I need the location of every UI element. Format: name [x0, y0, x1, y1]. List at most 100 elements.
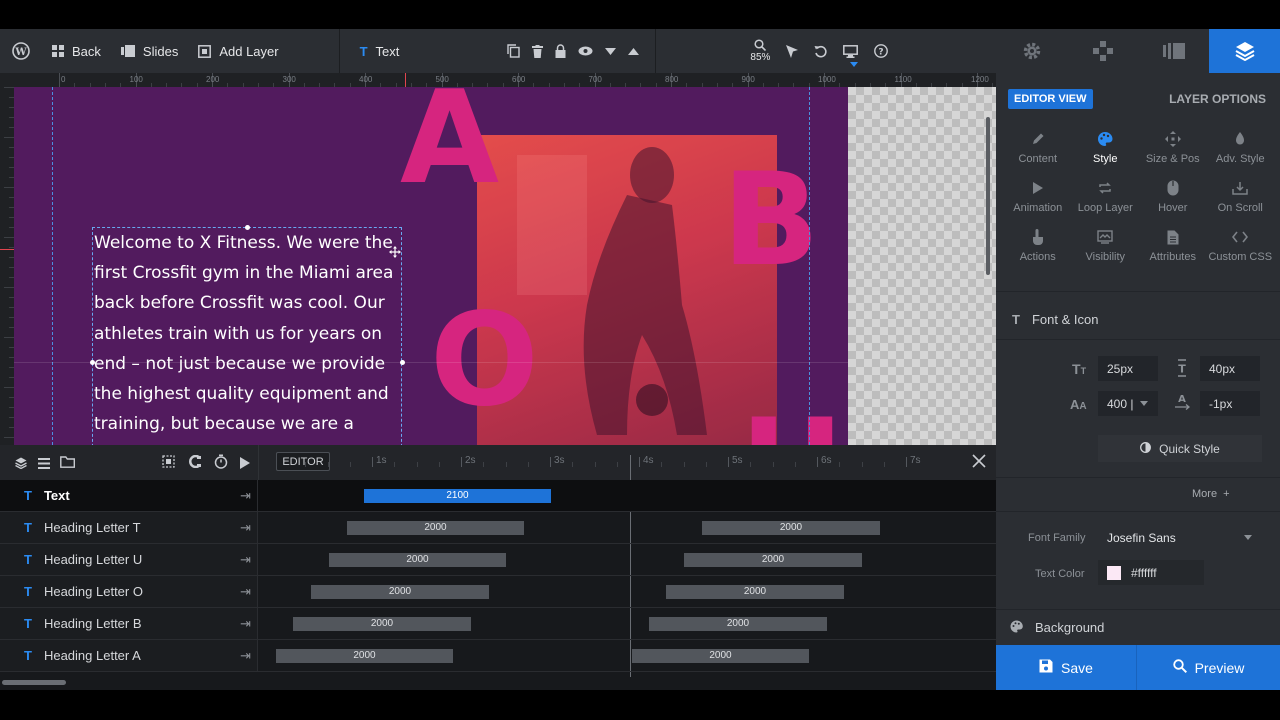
- timeline-row[interactable]: T Text ⇥ 2100: [0, 480, 996, 512]
- option-style[interactable]: Style: [1072, 131, 1140, 168]
- animation-bar[interactable]: 2000: [632, 649, 809, 663]
- preview-button[interactable]: Preview: [1137, 645, 1280, 690]
- timeline-row-label[interactable]: T Heading Letter T ⇥: [0, 512, 258, 543]
- editor-view-badge[interactable]: EDITOR VIEW: [1008, 89, 1093, 109]
- folder-icon[interactable]: [60, 455, 75, 473]
- section-divider: [996, 477, 1280, 478]
- option-actions[interactable]: Actions: [1004, 229, 1072, 266]
- magnet-icon[interactable]: [188, 454, 202, 473]
- animation-bar[interactable]: 2000: [347, 521, 524, 535]
- slide-preview[interactable]: A B O U Welcome to X Fitness. We were th…: [14, 87, 848, 445]
- font-weight-select[interactable]: 400 |: [1098, 391, 1158, 416]
- quick-style-button[interactable]: Quick Style: [1098, 435, 1262, 462]
- tab-layer-settings[interactable]: [1209, 29, 1280, 73]
- heading-letter-o[interactable]: O: [430, 297, 539, 425]
- help-button[interactable]: ?: [866, 29, 896, 73]
- resize-handle-left[interactable]: [90, 360, 95, 365]
- option-content[interactable]: Content: [1004, 131, 1072, 168]
- heading-letter-u[interactable]: U: [740, 403, 844, 446]
- editor-canvas[interactable]: A B O U Welcome to X Fitness. We were th…: [14, 87, 996, 445]
- tab-navigation[interactable]: [1067, 29, 1138, 73]
- animation-bar[interactable]: 2000: [311, 585, 489, 599]
- timer-icon[interactable]: [214, 454, 228, 474]
- option-size-pos[interactable]: Size & Pos: [1139, 131, 1207, 168]
- wordpress-logo-button[interactable]: W: [0, 29, 42, 73]
- heading-letter-b[interactable]: B: [722, 157, 820, 285]
- back-button[interactable]: Back: [42, 29, 111, 73]
- resize-handle-right[interactable]: [400, 360, 405, 365]
- animation-bar[interactable]: 2000: [649, 617, 827, 631]
- option-loop-layer[interactable]: Loop Layer: [1072, 180, 1140, 217]
- animation-bar[interactable]: 2000: [702, 521, 880, 535]
- delete-layer-button[interactable]: [526, 29, 549, 73]
- layer-end-icon[interactable]: ⇥: [240, 552, 251, 568]
- font-icon-section-header[interactable]: T Font & Icon: [996, 303, 1280, 335]
- timeline-row[interactable]: T Heading Letter B ⇥ 2000 2000: [0, 608, 996, 640]
- layers-toggle-icon[interactable]: [15, 456, 27, 474]
- tab-slide-settings[interactable]: [1138, 29, 1209, 73]
- animation-bar[interactable]: 2000: [329, 553, 506, 567]
- animation-bar[interactable]: 2000: [276, 649, 453, 663]
- option-on-scroll[interactable]: On Scroll: [1207, 180, 1275, 217]
- more-options-button[interactable]: More +: [1192, 488, 1230, 500]
- tab-slider-settings[interactable]: [996, 29, 1067, 73]
- list-view-icon[interactable]: [38, 456, 50, 474]
- zoom-control[interactable]: 85%: [742, 29, 778, 73]
- lock-layer-button[interactable]: [549, 29, 572, 73]
- animation-bar[interactable]: 2000: [293, 617, 471, 631]
- timeline-tick: [728, 457, 729, 467]
- timeline-row-label[interactable]: T Text ⇥: [0, 480, 258, 511]
- layer-end-icon[interactable]: ⇥: [240, 520, 251, 536]
- toggle-visibility-button[interactable]: [572, 29, 599, 73]
- timeline-row-label[interactable]: T Heading Letter U ⇥: [0, 544, 258, 575]
- editor-mode-label[interactable]: EDITOR: [276, 452, 330, 471]
- select-tool-button[interactable]: [778, 29, 806, 73]
- timeline-row[interactable]: T Heading Letter A ⇥ 2000 2000: [0, 640, 996, 672]
- text-color-picker[interactable]: #ffffff: [1098, 560, 1204, 585]
- timeline-row-label[interactable]: T Heading Letter A ⇥: [0, 640, 258, 671]
- layer-end-icon[interactable]: ⇥: [240, 584, 251, 600]
- text-layer[interactable]: Welcome to X Fitness. We were the first …: [92, 227, 402, 445]
- selection-box-icon[interactable]: [162, 455, 175, 473]
- background-section-header[interactable]: Background: [996, 609, 1280, 645]
- timeline-row[interactable]: T Heading Letter T ⇥ 2000 2000: [0, 512, 996, 544]
- option-custom-css[interactable]: Custom CSS: [1207, 229, 1275, 266]
- line-height-input[interactable]: 40px: [1200, 356, 1260, 381]
- duplicate-layer-button[interactable]: [501, 29, 526, 73]
- device-preview-button[interactable]: [835, 29, 866, 73]
- timeline-scrollbar[interactable]: [0, 677, 996, 690]
- option-adv-style[interactable]: Adv. Style: [1207, 131, 1275, 168]
- move-layer-up-button[interactable]: [622, 29, 645, 73]
- option-visibility[interactable]: Visibility: [1072, 229, 1140, 266]
- move-layer-down-button[interactable]: [599, 29, 622, 73]
- animation-bar[interactable]: 2000: [684, 553, 862, 567]
- option-animation[interactable]: Animation: [1004, 180, 1072, 217]
- play-timeline-icon[interactable]: [240, 456, 250, 474]
- layer-end-icon[interactable]: ⇥: [240, 648, 251, 664]
- animation-bar[interactable]: 2000: [666, 585, 844, 599]
- close-timeline-icon[interactable]: [972, 454, 986, 473]
- timeline-row[interactable]: T Heading Letter U ⇥ 2000 2000: [0, 544, 996, 576]
- lock-icon: [555, 44, 566, 58]
- timeline-row-label[interactable]: T Heading Letter B ⇥: [0, 608, 258, 639]
- heading-letter-a[interactable]: A: [400, 87, 499, 203]
- font-family-select[interactable]: Josefin Sans: [1098, 525, 1260, 550]
- option-attributes[interactable]: Attributes: [1139, 229, 1207, 266]
- slides-button[interactable]: Slides: [111, 29, 188, 73]
- layer-end-icon[interactable]: ⇥: [240, 616, 251, 632]
- resize-handle-top[interactable]: [245, 225, 250, 230]
- contrast-icon: [1140, 441, 1152, 456]
- save-button[interactable]: Save: [996, 645, 1137, 690]
- font-size-input[interactable]: 25px: [1098, 356, 1158, 381]
- timeline-row-label[interactable]: T Heading Letter O ⇥: [0, 576, 258, 607]
- timeline-row[interactable]: T Heading Letter O ⇥ 2000 2000: [0, 576, 996, 608]
- timeline-scroll-thumb[interactable]: [2, 680, 66, 685]
- add-layer-button[interactable]: Add Layer: [188, 29, 288, 73]
- letter-spacing-input[interactable]: -1px: [1200, 391, 1260, 416]
- undo-button[interactable]: [806, 29, 835, 73]
- canvas-scrollbar[interactable]: [986, 117, 990, 275]
- move-handle-icon[interactable]: [389, 245, 401, 263]
- animation-bar[interactable]: 2100: [364, 489, 551, 503]
- option-hover[interactable]: Hover: [1139, 180, 1207, 217]
- layer-end-icon[interactable]: ⇥: [240, 488, 251, 504]
